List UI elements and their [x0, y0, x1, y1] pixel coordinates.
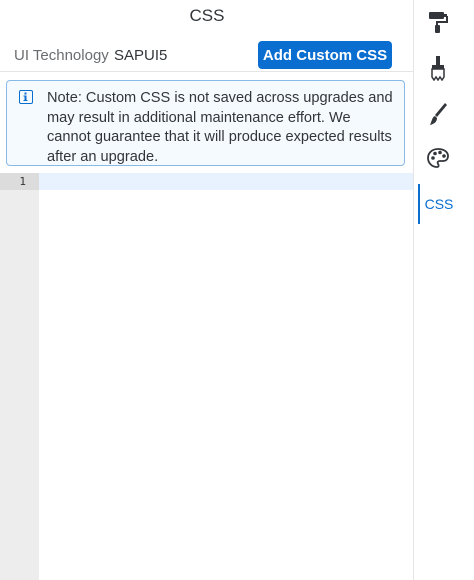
add-custom-css-button[interactable]: Add Custom CSS	[258, 41, 392, 69]
panel-title: CSS	[189, 6, 225, 25]
paint-roller-icon	[429, 12, 448, 33]
sidebar-item-pen[interactable]	[418, 94, 458, 134]
css-code-editor[interactable]: 1	[0, 173, 414, 580]
sidebar-item-brush[interactable]	[418, 48, 458, 88]
sidebar-item-theme[interactable]	[418, 2, 458, 42]
pen-brush-icon	[430, 103, 447, 125]
right-sidebar: CSS	[414, 0, 474, 580]
ui-technology-label: UI Technology	[14, 47, 109, 64]
palette-icon	[427, 148, 449, 168]
sidebar-item-css[interactable]: CSS	[418, 184, 458, 224]
info-icon	[19, 90, 33, 104]
ui-technology-value: SAPUI5	[114, 47, 168, 64]
css-tab-label: CSS	[424, 196, 454, 212]
line-number: 1	[19, 175, 26, 188]
css-panel: CSS UI Technology SAPUI5 Add Custom CSS …	[0, 0, 414, 580]
info-message-strip: Note: Custom CSS is not saved across upg…	[6, 80, 405, 166]
note-text: Note: Custom CSS is not saved across upg…	[47, 90, 393, 165]
editor-gutter	[0, 173, 39, 580]
paint-brush-icon	[431, 56, 445, 81]
sidebar-item-palette[interactable]	[418, 138, 458, 178]
toolbar-row: UI Technology SAPUI5 Add Custom CSS	[0, 36, 414, 72]
active-code-line[interactable]	[39, 173, 414, 190]
